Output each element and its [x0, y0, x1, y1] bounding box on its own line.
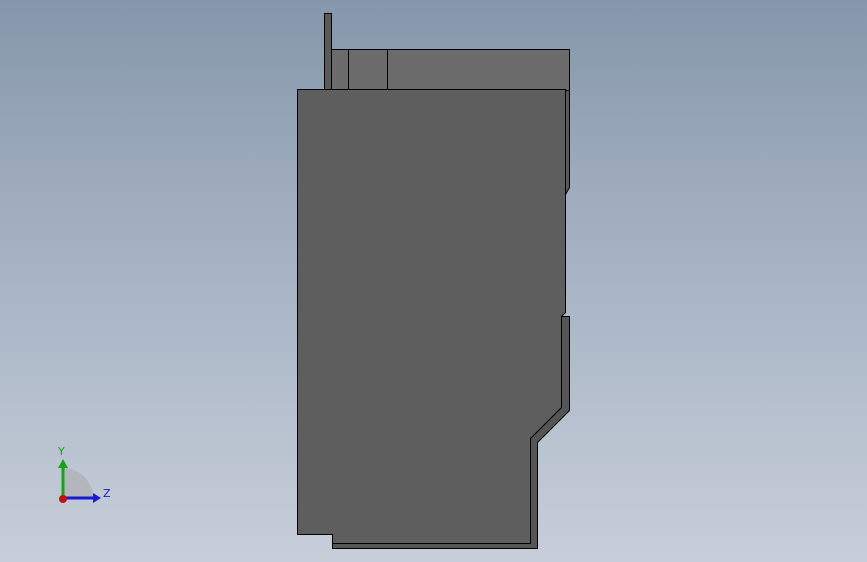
model-right-upper-strip[interactable]	[565, 90, 570, 197]
model-top-block[interactable]	[331, 49, 570, 91]
model-main-body[interactable]	[297, 89, 566, 544]
triad-y-arrow-icon	[58, 459, 68, 468]
triad-quadrant	[63, 468, 93, 498]
model-top-tab[interactable]	[324, 13, 332, 91]
triad-y-label: Y	[57, 445, 65, 458]
triad-x-axis-dot	[59, 495, 67, 503]
orientation-triad[interactable]: Y Z	[57, 445, 111, 503]
cad-graphics-viewport[interactable]: Y Z	[0, 0, 867, 562]
part-model[interactable]	[297, 13, 570, 549]
triad-z-arrow-icon	[93, 493, 101, 503]
triad-z-label: Z	[103, 487, 111, 500]
